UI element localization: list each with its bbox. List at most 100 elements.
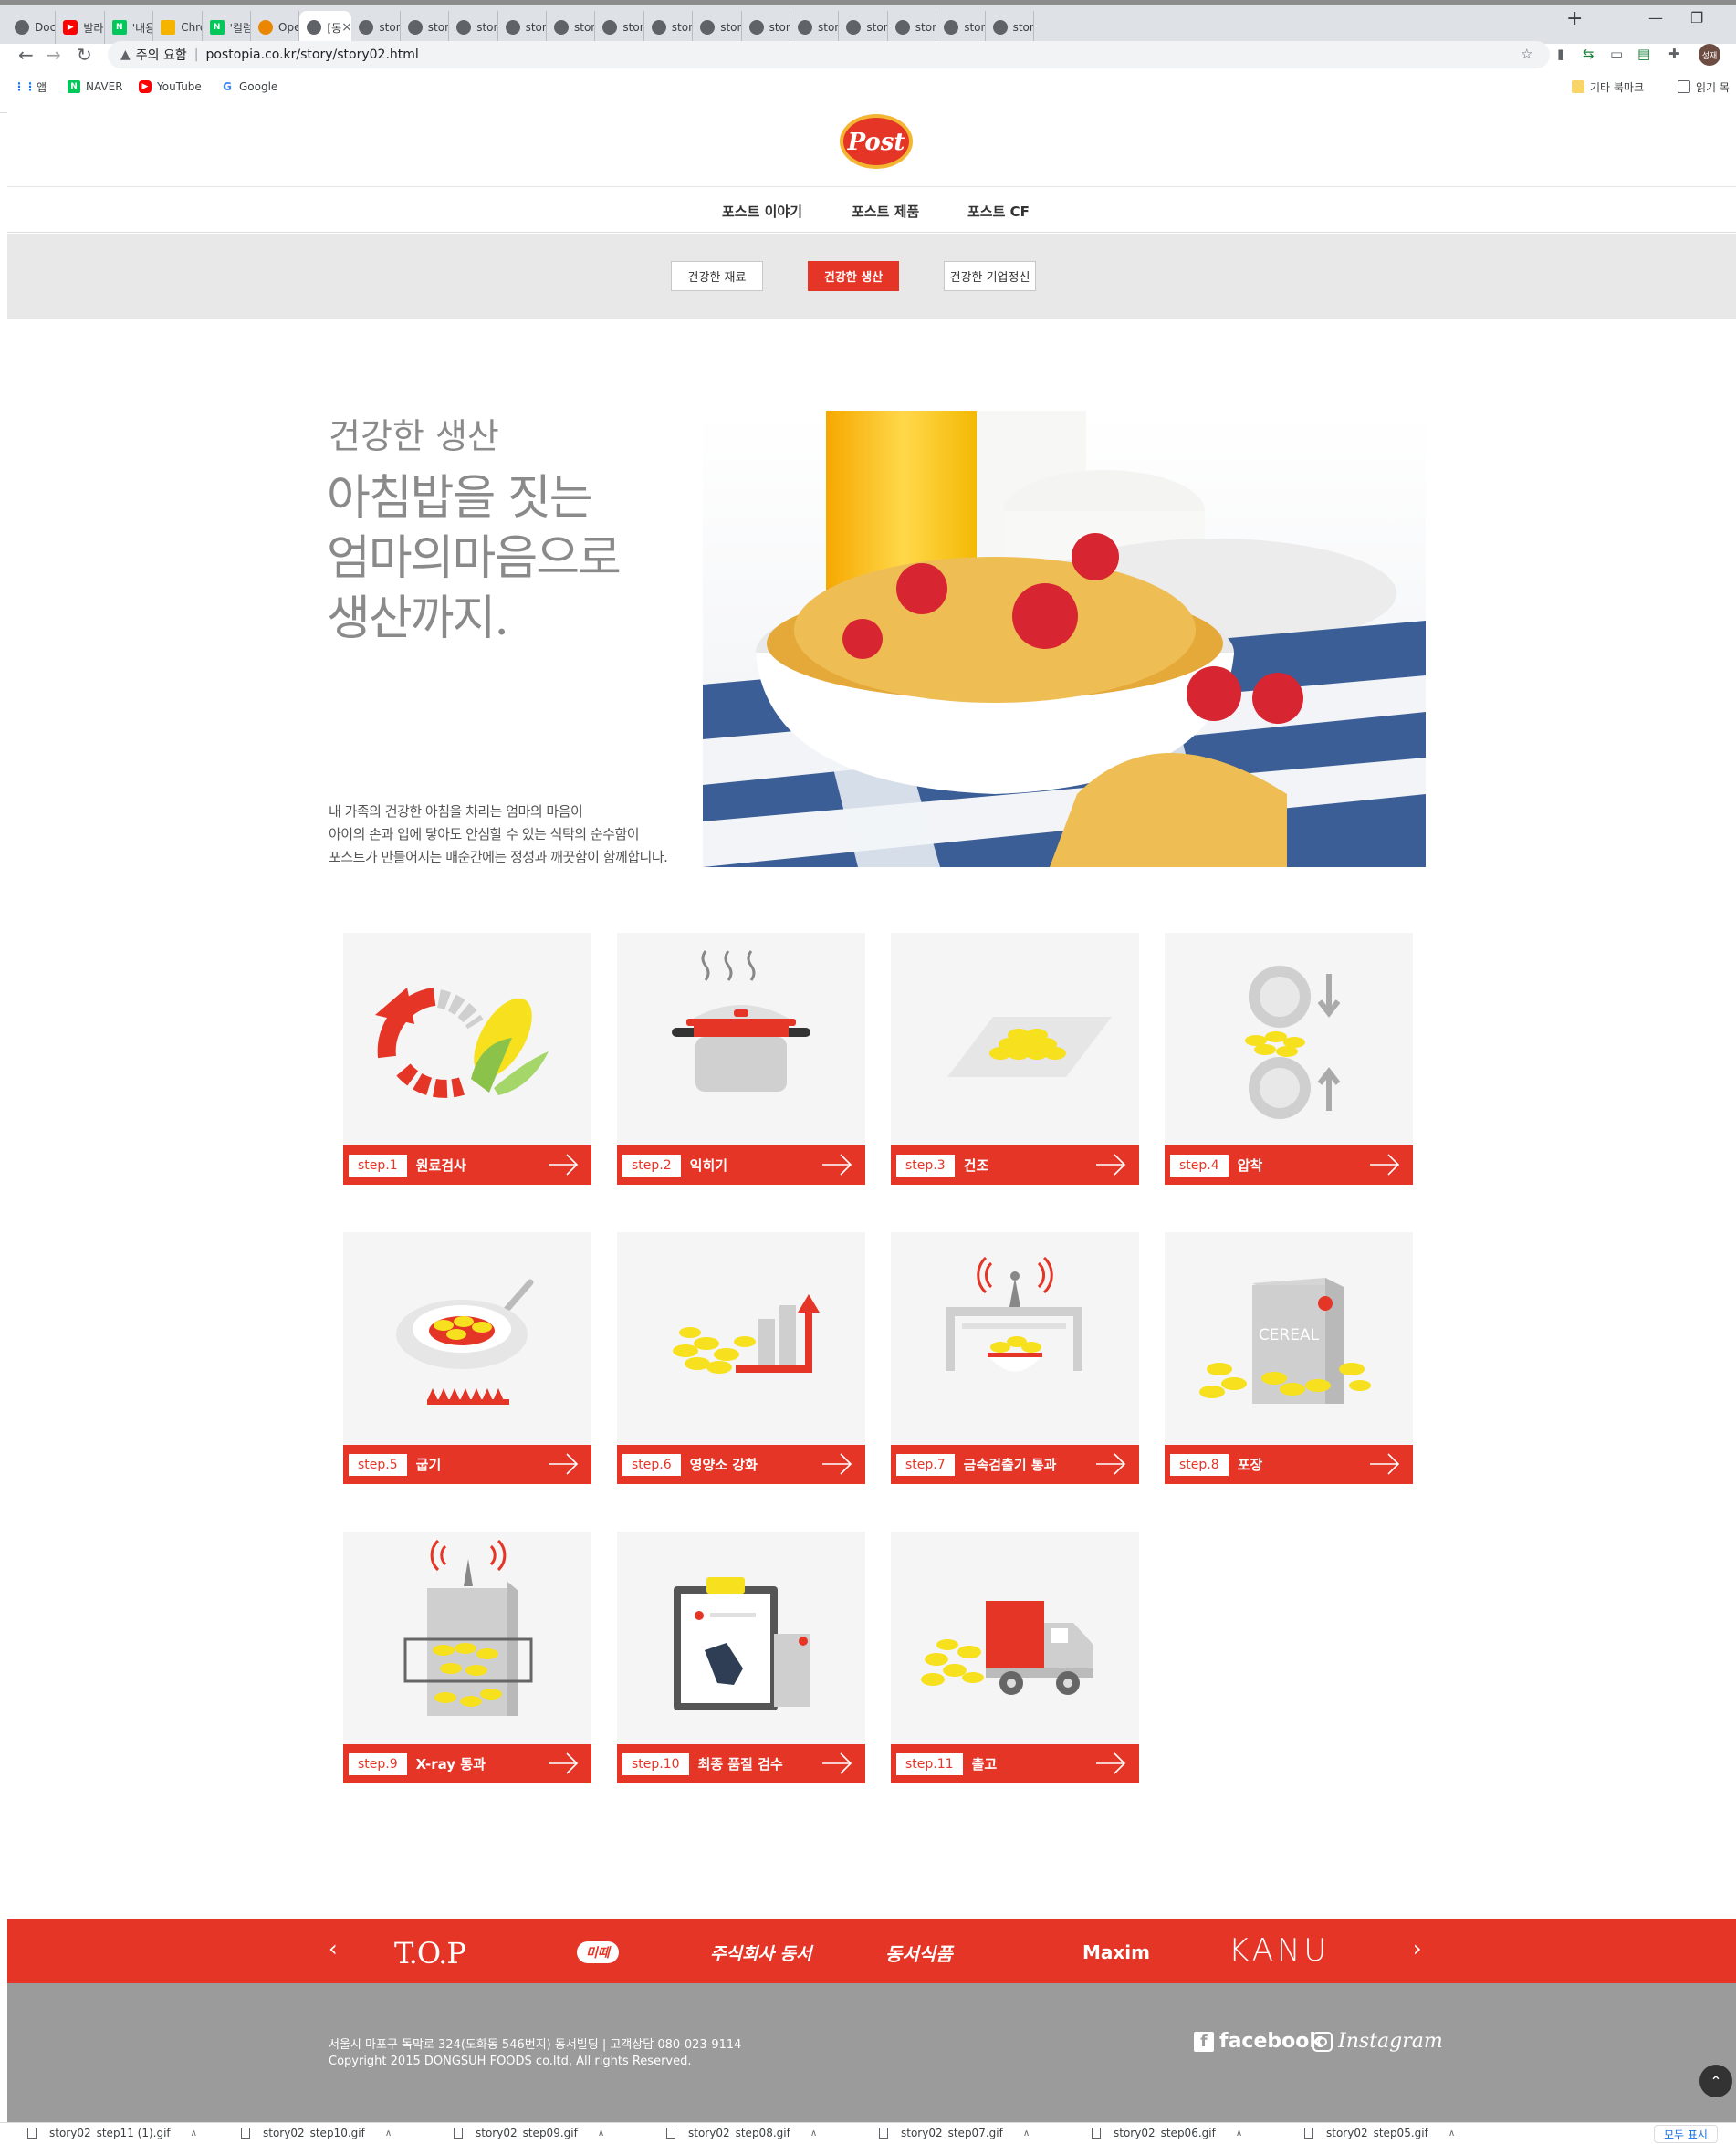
gnb-post-cf[interactable]: 포스트 CF bbox=[967, 202, 1030, 221]
slider-prev-icon[interactable]: ‹ bbox=[329, 1936, 338, 1961]
extension-icon[interactable]: ▮ bbox=[1557, 46, 1564, 62]
bookmark-star-icon[interactable]: ☆ bbox=[1521, 46, 1532, 62]
other-bookmarks[interactable]: 기타 북마크 bbox=[1572, 73, 1644, 100]
step-bar[interactable]: step.11 출고 bbox=[891, 1744, 1139, 1783]
chevron-up-icon[interactable]: ∧ bbox=[1023, 2128, 1030, 2139]
step-bar[interactable]: step.4 압착 bbox=[1165, 1145, 1413, 1185]
step-bar[interactable]: step.6 영양소 강화 bbox=[617, 1445, 865, 1484]
facebook-link[interactable]: f facebook bbox=[1194, 2030, 1323, 2053]
step-bar[interactable]: step.8 포장 bbox=[1165, 1445, 1413, 1484]
scroll-to-top-button[interactable]: ⌃ bbox=[1699, 2065, 1732, 2097]
extension-icon[interactable]: ⇆ bbox=[1583, 46, 1595, 62]
brand-top[interactable]: T.O.P bbox=[394, 1936, 466, 1971]
step-card-2[interactable]: step.2 익히기 bbox=[617, 933, 865, 1185]
browser-tab[interactable]: Chrom bbox=[153, 11, 203, 44]
step-card-10[interactable]: step.10 최종 품질 검수 bbox=[617, 1532, 865, 1783]
reading-list[interactable]: 읽기 목 bbox=[1678, 73, 1730, 100]
download-item[interactable]: story02_step07.gif ∧ bbox=[879, 2127, 1030, 2139]
step-bar[interactable]: step.5 굽기 bbox=[343, 1445, 591, 1484]
restore-icon[interactable]: ❐ bbox=[1690, 9, 1703, 26]
browser-tab[interactable]: story0 bbox=[888, 11, 937, 44]
hero-desc-line-3: 포스트가 만들어지는 매순간에는 정성과 깨끗함이 함께합니다. bbox=[329, 849, 668, 865]
bookmark-apps[interactable]: ⋮⋮ 앱 bbox=[14, 73, 47, 100]
step-card-11[interactable]: step.11 출고 bbox=[891, 1532, 1139, 1783]
back-icon[interactable]: ← bbox=[18, 44, 34, 66]
close-icon[interactable]: × bbox=[341, 20, 351, 35]
browser-tab[interactable]: story0 bbox=[547, 11, 596, 44]
puzzle-icon[interactable]: ✚ bbox=[1668, 46, 1680, 62]
browser-tab[interactable]: story0 bbox=[401, 11, 450, 44]
browser-tab[interactable]: ▶ 발라드 bbox=[56, 11, 105, 44]
step-card-6[interactable]: step.6 영양소 강화 bbox=[617, 1232, 865, 1484]
step-bar[interactable]: step.7 금속검출기 통과 bbox=[891, 1445, 1139, 1484]
chevron-up-icon[interactable]: ∧ bbox=[385, 2128, 392, 2139]
profile-avatar[interactable]: 성재 bbox=[1699, 44, 1720, 66]
chevron-up-icon[interactable]: ∧ bbox=[1448, 2128, 1455, 2139]
chevron-up-icon[interactable]: ∧ bbox=[1236, 2128, 1242, 2139]
download-item[interactable]: story02_step06.gif ∧ bbox=[1092, 2127, 1242, 2139]
bookmark-google[interactable]: G Google bbox=[221, 73, 277, 100]
address-bar[interactable]: ▲ 주의 요함 | postopia.co.kr/story/story02.h… bbox=[108, 41, 1550, 68]
extension-icon[interactable]: ▤ bbox=[1637, 46, 1650, 62]
step-card-1[interactable]: step.1 원료검사 bbox=[343, 933, 591, 1185]
chevron-up-icon[interactable]: ∧ bbox=[598, 2128, 604, 2139]
instagram-link[interactable]: Instagram bbox=[1312, 2030, 1443, 2053]
brand-maxim[interactable]: Maxim bbox=[1082, 1941, 1150, 1963]
show-all-downloads-button[interactable]: 모두 표시 bbox=[1654, 2125, 1718, 2143]
download-item[interactable]: story02_step10.gif ∧ bbox=[241, 2127, 392, 2139]
step-card-3[interactable]: step.3 건조 bbox=[891, 933, 1139, 1185]
bookmark-naver[interactable]: N NAVER bbox=[68, 73, 123, 100]
browser-tab[interactable]: story0 bbox=[351, 11, 401, 44]
step-bar[interactable]: step.3 건조 bbox=[891, 1145, 1139, 1185]
download-item[interactable]: story02_step05.gif ∧ bbox=[1304, 2127, 1455, 2139]
step-card-8[interactable]: CEREAL step.8 포장 bbox=[1165, 1232, 1413, 1484]
step-bar[interactable]: step.1 원료검사 bbox=[343, 1145, 591, 1185]
browser-tab[interactable]: story0 bbox=[595, 11, 644, 44]
brand-mitte[interactable]: 미떼 bbox=[577, 1941, 619, 1963]
step-bar[interactable]: step.9 X-ray 통과 bbox=[343, 1744, 591, 1783]
step-card-4[interactable]: step.4 압착 bbox=[1165, 933, 1413, 1185]
browser-tab[interactable]: N '컬럼'S bbox=[203, 11, 251, 44]
browser-tab[interactable]: story0 bbox=[742, 11, 790, 44]
browser-tab[interactable]: OpenV bbox=[251, 11, 300, 44]
tab-healthy-production[interactable]: 건강한 생산 bbox=[808, 261, 899, 291]
tab-healthy-spirit[interactable]: 건강한 기업정신 bbox=[944, 261, 1036, 291]
extension-icon[interactable]: ▭ bbox=[1610, 46, 1623, 62]
browser-tab[interactable]: Docum bbox=[7, 11, 57, 44]
slider-next-icon[interactable]: › bbox=[1413, 1936, 1422, 1961]
new-tab-button[interactable]: + bbox=[1566, 7, 1583, 30]
brand-dongsuh-foods[interactable]: 동서식품 bbox=[885, 1940, 953, 1966]
browser-tab[interactable]: story0 bbox=[498, 11, 547, 44]
chevron-up-icon[interactable]: ∧ bbox=[810, 2128, 817, 2139]
download-item[interactable]: story02_step08.gif ∧ bbox=[666, 2127, 817, 2139]
step-card-5[interactable]: step.5 굽기 bbox=[343, 1232, 591, 1484]
post-logo[interactable]: Post bbox=[839, 113, 914, 170]
minimize-icon[interactable]: — bbox=[1648, 9, 1663, 26]
tab-healthy-ingredients[interactable]: 건강한 재료 bbox=[671, 261, 763, 291]
chevron-up-icon[interactable]: ∧ bbox=[191, 2128, 197, 2139]
gnb-post-story[interactable]: 포스트 이야기 bbox=[722, 202, 802, 221]
download-filename: story02_step09.gif bbox=[476, 2127, 578, 2139]
brand-dongsuh-corp[interactable]: 주식회사 동서 bbox=[710, 1940, 812, 1965]
step-bar[interactable]: step.10 최종 품질 검수 bbox=[617, 1744, 865, 1783]
download-item[interactable]: story02_step09.gif ∧ bbox=[454, 2127, 604, 2139]
forward-icon[interactable]: → bbox=[46, 44, 61, 66]
bookmark-youtube[interactable]: ▶ YouTube bbox=[139, 73, 202, 100]
browser-tab[interactable]: story0 bbox=[936, 11, 986, 44]
gnb-post-products[interactable]: 포스트 제품 bbox=[852, 202, 919, 221]
step-bar[interactable]: step.2 익히기 bbox=[617, 1145, 865, 1185]
step-card-7[interactable]: step.7 금속검출기 통과 bbox=[891, 1232, 1139, 1484]
browser-tab[interactable]: story0 bbox=[449, 11, 498, 44]
drying-tray-icon bbox=[947, 1017, 1112, 1077]
browser-tab[interactable]: story0 bbox=[790, 11, 840, 44]
step-card-9[interactable]: step.9 X-ray 통과 bbox=[343, 1532, 591, 1783]
browser-tab[interactable]: [동 × bbox=[299, 11, 352, 44]
browser-tab[interactable]: story0 bbox=[986, 11, 1034, 44]
browser-tab[interactable]: N '내용'S bbox=[105, 11, 154, 44]
browser-tab[interactable]: story0 bbox=[644, 11, 694, 44]
download-item[interactable]: story02_step11 (1).gif ∧ bbox=[27, 2127, 197, 2139]
reload-icon[interactable]: ↻ bbox=[77, 44, 92, 66]
browser-tab[interactable]: story0 bbox=[693, 11, 742, 44]
browser-tab[interactable]: story0 bbox=[839, 11, 888, 44]
brand-kanu[interactable]: KANU bbox=[1229, 1932, 1330, 1969]
